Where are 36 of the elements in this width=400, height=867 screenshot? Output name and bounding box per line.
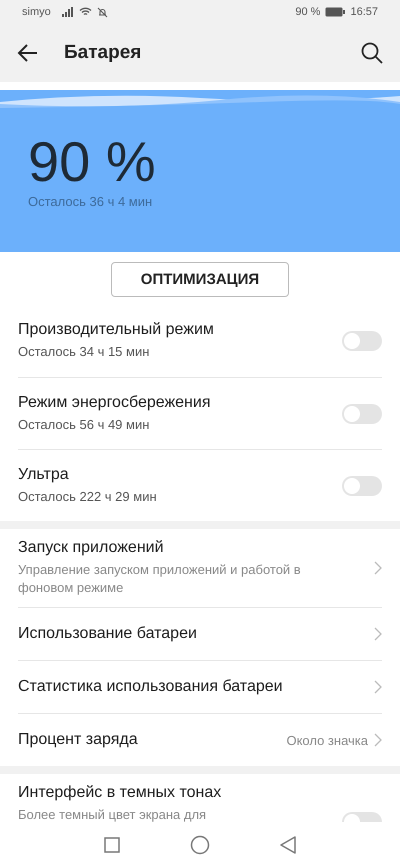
chevron-right-icon[interactable] <box>374 627 382 641</box>
setting-title: Запуск приложений <box>18 539 165 557</box>
setting-title: Интерфейс в темных тонах <box>18 784 222 802</box>
mode-title: Ультра <box>18 466 70 484</box>
optimize-button[interactable]: ОПТИМИЗАЦИЯ <box>111 262 289 297</box>
back-triangle-icon[interactable] <box>280 836 296 854</box>
mode-remaining: Осталось 34 ч 15 мин <box>18 343 150 361</box>
remaining-time: Осталось 36 ч 4 мин <box>28 194 154 209</box>
chevron-right-icon[interactable] <box>374 561 382 575</box>
battery-percentage: 90 % <box>28 132 157 192</box>
setting-title: Использование батареи <box>18 625 198 643</box>
mode-title: Производительный режим <box>18 321 215 339</box>
toggle-switch[interactable] <box>342 476 382 496</box>
search-icon <box>360 41 384 65</box>
mode-remaining: Осталось 222 ч 29 мин <box>18 488 158 506</box>
setting-title: Процент заряда <box>18 731 139 749</box>
mode-remaining: Осталось 56 ч 49 мин <box>18 416 150 434</box>
page-title: Батарея <box>64 42 142 64</box>
chevron-right-icon[interactable] <box>374 733 382 747</box>
toggle-switch[interactable] <box>342 331 382 351</box>
setting-description: Управление запуском приложений и работой в фоновом режиме <box>18 561 302 597</box>
setting-description: Более темный цвет экрана для <box>18 806 208 822</box>
setting-title: Статистика использования батареи <box>18 678 284 696</box>
carrier-name: simyo <box>22 6 51 18</box>
toggle-switch[interactable] <box>342 404 382 424</box>
battery-percent: 90 % <box>295 6 320 18</box>
battery-icon <box>325 7 346 17</box>
clock-time: 16:57 <box>350 6 378 18</box>
muted-bell-icon <box>96 6 108 18</box>
wifi-icon <box>78 7 92 17</box>
home-circle-icon[interactable] <box>190 834 210 854</box>
mode-title: Режим энергосбережения <box>18 394 212 412</box>
signal-icon <box>62 7 74 17</box>
setting-value: Около значка <box>286 732 368 748</box>
chevron-right-icon[interactable] <box>374 680 382 694</box>
square-nav-icon[interactable] <box>104 836 120 852</box>
